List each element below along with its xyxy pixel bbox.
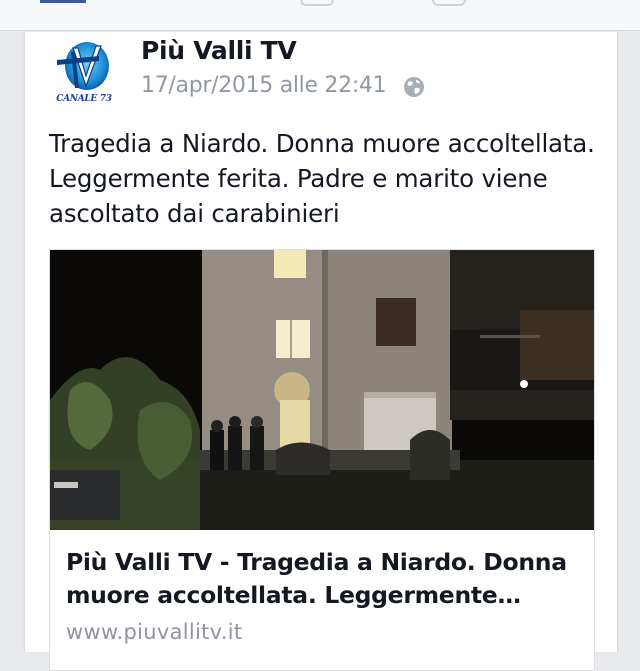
link-preview-domain: www.piuvallitv.it — [66, 620, 243, 644]
page-avatar[interactable]: CANALE 73 — [51, 38, 117, 108]
globe-icon — [404, 77, 424, 97]
page-name-link[interactable]: Più Valli TV — [141, 36, 297, 65]
more-tab-icon[interactable] — [432, 0, 466, 6]
link-preview-image[interactable] — [50, 250, 594, 530]
post-card: CANALE 73 Più Valli TV 17/apr/2015 alle … — [24, 32, 618, 671]
post-timestamp[interactable]: 17/apr/2015 alle 22:41 — [141, 73, 387, 98]
top-navigation-bar — [0, 0, 640, 31]
avatar-caption: CANALE 73 — [56, 94, 112, 104]
canale-73-logo-icon — [57, 42, 109, 90]
post-message: Tragedia a Niardo. Donna muore accoltell… — [49, 129, 595, 228]
active-tab-indicator — [40, 0, 86, 3]
notifications-tab-icon[interactable] — [300, 0, 334, 6]
link-preview-title[interactable]: Più Valli TV - Tragedia a Niardo. Donna … — [66, 546, 582, 612]
link-preview[interactable]: Più Valli TV - Tragedia a Niardo. Donna … — [49, 249, 595, 671]
